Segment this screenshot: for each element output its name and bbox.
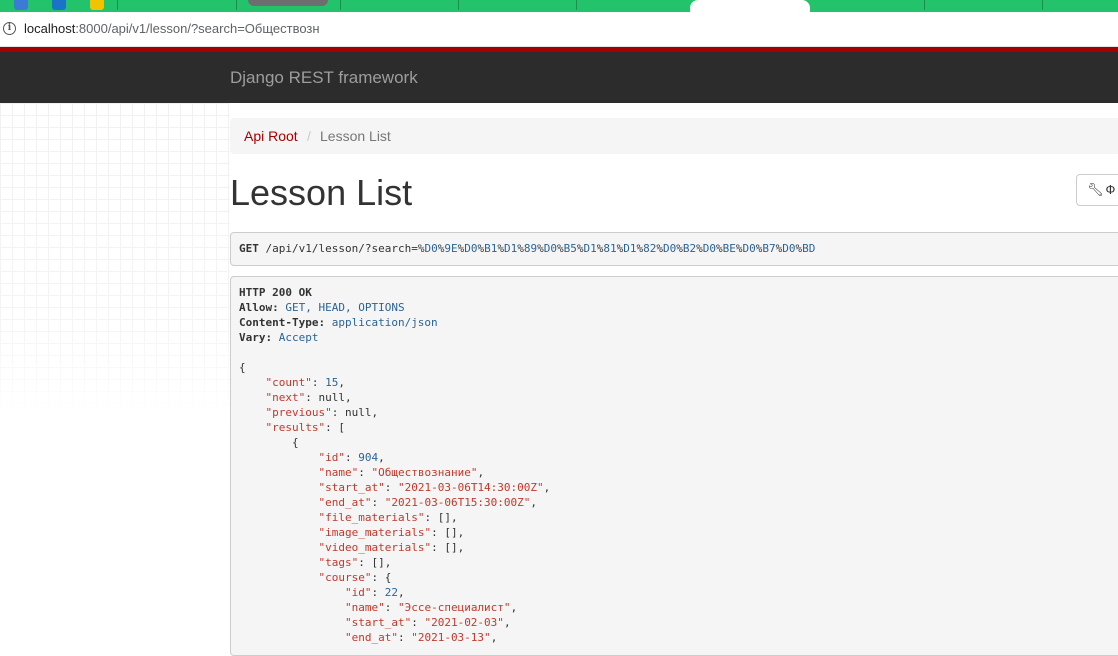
encoded-byte: BE <box>722 242 736 255</box>
request-method: GET <box>239 242 259 255</box>
json-value: [] <box>444 526 458 539</box>
encoded-byte: D1 <box>623 242 637 255</box>
encoded-percent: % <box>656 242 663 255</box>
encoded-byte: D0 <box>742 242 756 255</box>
encoded-byte: D0 <box>464 242 478 255</box>
json-key: "file_materials" <box>318 511 425 524</box>
json-key: "video_materials" <box>318 541 432 554</box>
json-value: "2021-03-06T14:30:00Z" <box>397 481 544 494</box>
browser-tab-strip <box>0 0 1118 12</box>
wrench-icon: 🔧︎ <box>1087 182 1104 197</box>
json-value: null <box>318 391 346 404</box>
json-key: "image_materials" <box>318 526 432 539</box>
header-content-type-key: Content-Type: <box>239 316 326 329</box>
json-value: [] <box>444 541 458 554</box>
json-key: "course" <box>318 571 372 584</box>
url-text[interactable]: localhost:8000/api/v1/lesson/?search=Общ… <box>24 21 320 37</box>
json-value: 904 <box>358 451 379 464</box>
encoded-byte: D1 <box>503 242 518 255</box>
encoded-byte: D0 <box>702 242 716 255</box>
browser-tab-active[interactable] <box>690 0 810 12</box>
encoded-percent: % <box>517 242 524 255</box>
request-info: GET /api/v1/lesson/?search=%D0%9E%D0%B1%… <box>230 232 1118 266</box>
encoded-byte: D0 <box>543 242 557 255</box>
json-value: "2021-03-06T15:30:00Z" <box>384 496 531 509</box>
encoded-percent: % <box>497 242 504 255</box>
browser-tab[interactable] <box>48 0 78 12</box>
json-value: "Обществознание" <box>371 466 478 479</box>
breadcrumb-separator: / <box>307 128 311 144</box>
browser-tab[interactable] <box>248 0 328 6</box>
request-query-encoded: %D0%9E%D0%B1%D1%89%D0%B5%D1%81%D1%82%D0%… <box>418 242 816 255</box>
encoded-byte: D1 <box>583 242 597 255</box>
options-button-label: Ф <box>1105 182 1116 197</box>
json-value: [] <box>371 556 385 569</box>
encoded-percent: % <box>715 242 723 255</box>
options-button[interactable]: 🔧︎ Ф <box>1076 174 1118 206</box>
url-host: localhost <box>24 21 76 36</box>
encoded-byte: D0 <box>782 242 796 255</box>
request-path: /api/v1/lesson/?search= <box>265 242 418 255</box>
url-path: :8000/api/v1/lesson/?search=Обществозн <box>75 21 320 36</box>
encoded-percent: % <box>676 242 683 255</box>
request-line: GET /api/v1/lesson/?search=%D0%9E%D0%B1%… <box>239 242 815 256</box>
json-key: "name" <box>344 601 385 614</box>
encoded-percent: % <box>556 242 564 255</box>
json-key: "results" <box>265 421 326 434</box>
browser-tab[interactable] <box>86 0 116 12</box>
address-bar[interactable]: i localhost:8000/api/v1/lesson/?search=О… <box>0 12 1118 47</box>
encoded-byte: BD <box>802 242 816 255</box>
json-key: "name" <box>318 466 359 479</box>
json-key: "start_at" <box>344 616 412 629</box>
json-key: "tags" <box>318 556 359 569</box>
json-value: "Эссе-специалист" <box>397 601 511 614</box>
header-vary-key: Vary: <box>239 331 273 344</box>
tab-favicon-icon <box>52 0 66 10</box>
encoded-percent: % <box>537 242 544 255</box>
encoded-percent: % <box>696 242 703 255</box>
header-vary-value: Accept <box>278 331 319 344</box>
json-value: 15 <box>325 376 339 389</box>
json-key: "end_at" <box>344 631 398 644</box>
grid-fade <box>0 103 230 639</box>
encoded-byte: 81 <box>603 242 617 255</box>
encoded-byte: B5 <box>563 242 577 255</box>
header-content-type-value: application/json <box>331 316 438 329</box>
json-value: 22 <box>384 586 398 599</box>
json-value: "2021-02-03" <box>424 616 504 629</box>
navbar: Django REST framework <box>0 52 1118 103</box>
json-value: "2021-03-13" <box>411 631 491 644</box>
encoded-byte: D0 <box>424 242 438 255</box>
tab-favicon-icon <box>90 0 104 10</box>
response-content: HTTP 200 OK Allow: GET, HEAD, OPTIONS Co… <box>239 286 551 644</box>
page-title: Lesson List <box>230 172 413 213</box>
json-key: "id" <box>344 586 372 599</box>
json-key: "id" <box>318 451 345 464</box>
json-key: "previous" <box>265 406 332 419</box>
json-key: "next" <box>265 391 306 404</box>
tab-favicon-icon <box>14 0 28 10</box>
json-key: "start_at" <box>318 481 385 494</box>
breadcrumb: Api Root / Lesson List <box>230 118 1118 154</box>
json-key: "end_at" <box>318 496 372 509</box>
json-value: null <box>344 406 372 419</box>
navbar-brand-link[interactable]: Django REST framework <box>230 68 418 88</box>
site-info-icon[interactable]: i <box>3 22 16 35</box>
response-status: HTTP 200 OK <box>239 286 312 299</box>
json-value: [] <box>437 511 451 524</box>
encoded-byte: B7 <box>762 242 776 255</box>
encoded-byte: B1 <box>484 242 498 255</box>
browser-tab[interactable] <box>10 0 40 12</box>
encoded-byte: 89 <box>523 242 538 255</box>
json-key: "count" <box>265 376 312 389</box>
encoded-byte: B2 <box>682 242 697 255</box>
breadcrumb-current: Lesson List <box>320 128 391 144</box>
encoded-byte: D0 <box>662 242 677 255</box>
encoded-byte: 9E <box>444 242 458 255</box>
header-allow-key: Allow: <box>239 301 279 314</box>
response-info: HTTP 200 OK Allow: GET, HEAD, OPTIONS Co… <box>230 276 1118 656</box>
breadcrumb-api-root-link[interactable]: Api Root <box>244 128 298 144</box>
encoded-byte: 82 <box>643 242 657 255</box>
header-allow-value: GET, HEAD, OPTIONS <box>285 301 405 314</box>
